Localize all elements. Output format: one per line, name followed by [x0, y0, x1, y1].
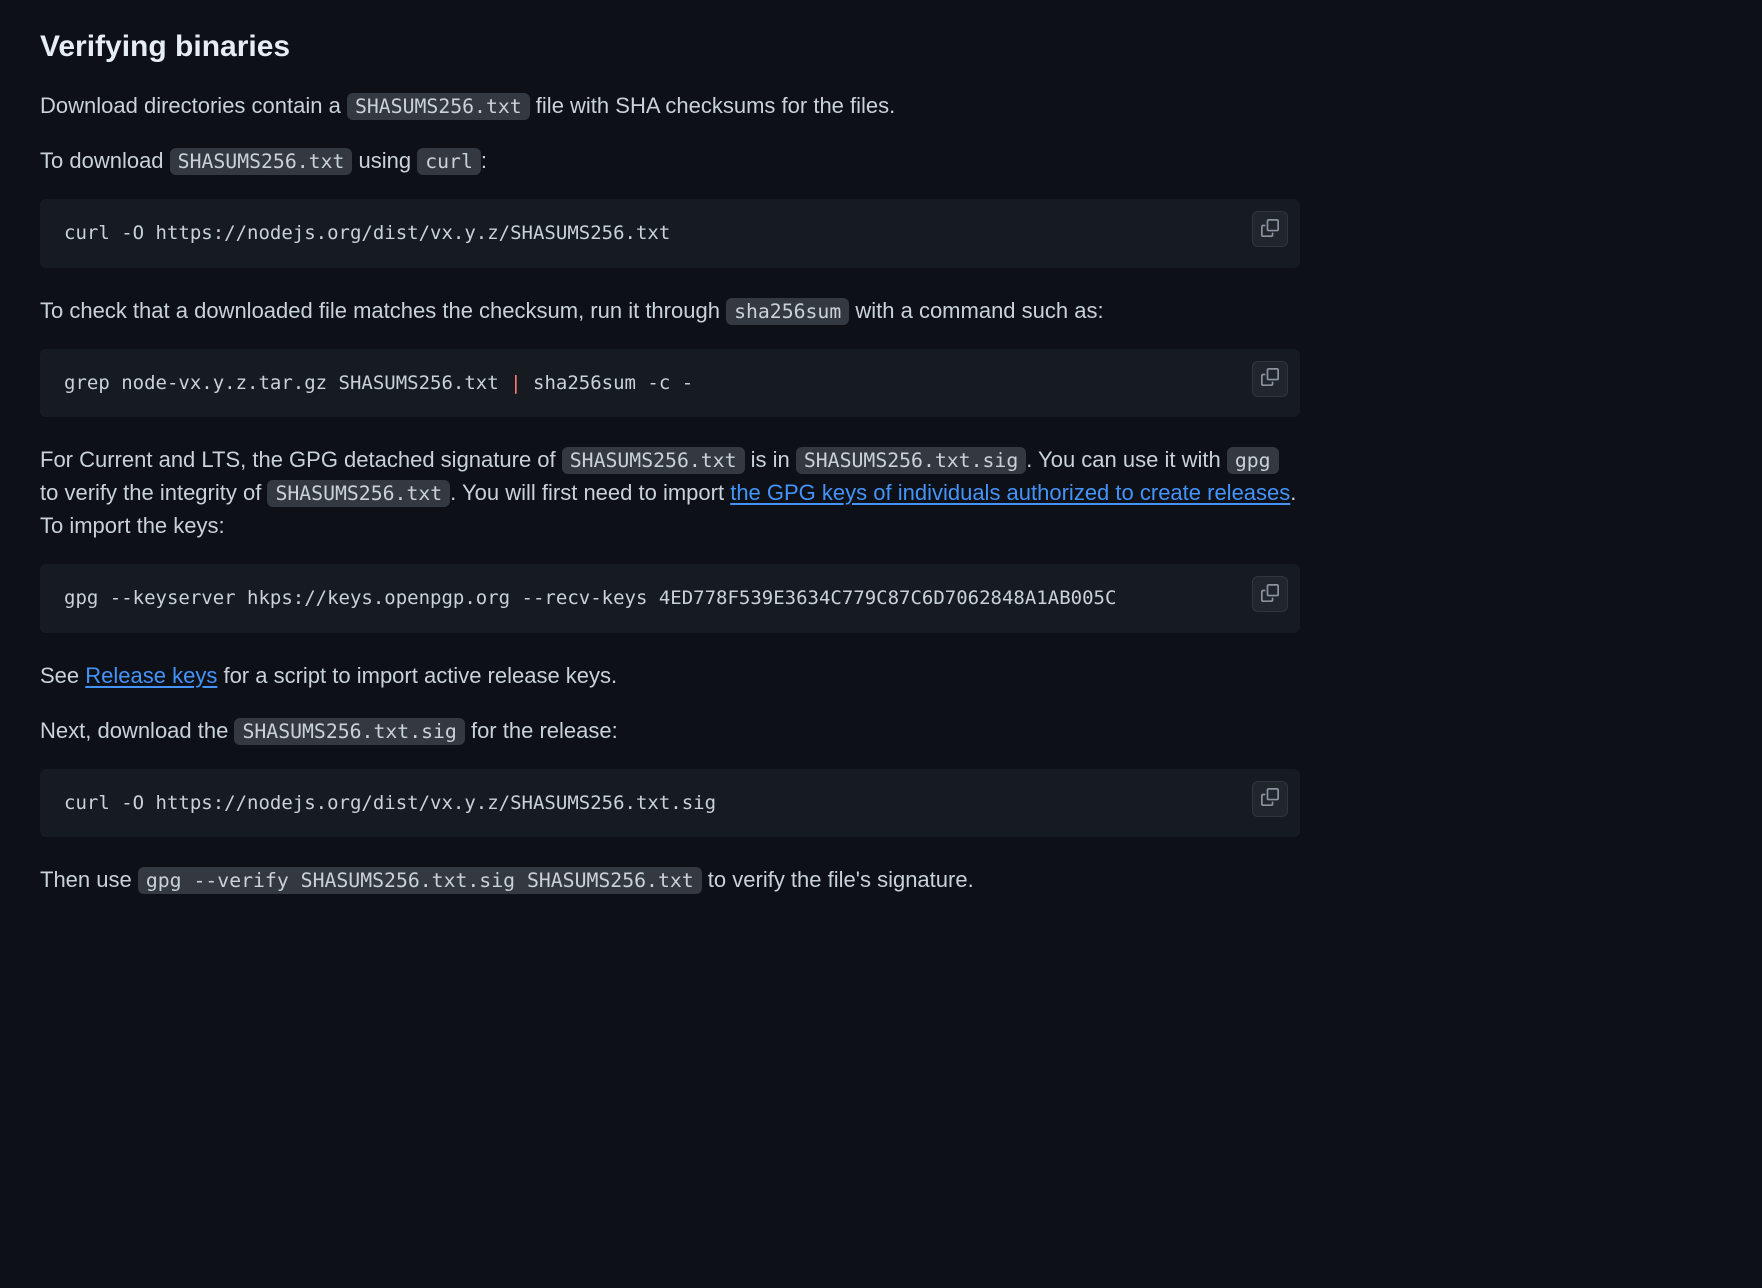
- code-text: sha256sum -c -: [522, 372, 694, 394]
- text: For Current and LTS, the GPG detached si…: [40, 447, 562, 472]
- code-text: grep node-vx.y.z.tar.gz SHASUMS256.txt: [64, 372, 510, 394]
- code-pipe: |: [510, 372, 521, 394]
- readme-section: Verifying binaries Download directories …: [0, 0, 1340, 936]
- text: . You will first need to import: [450, 480, 730, 505]
- inline-code-shasums: SHASUMS256.txt: [562, 447, 745, 474]
- text: Next, download the: [40, 718, 234, 743]
- text: with a command such as:: [849, 298, 1103, 323]
- text: for a script to import active release ke…: [217, 663, 617, 688]
- paragraph-release-keys: See Release keys for a script to import …: [40, 659, 1300, 692]
- text: To download: [40, 148, 170, 173]
- inline-code-shasums: SHASUMS256.txt: [267, 480, 450, 507]
- inline-code-shasums-sig: SHASUMS256.txt.sig: [234, 718, 464, 745]
- text: To check that a downloaded file matches …: [40, 298, 726, 323]
- copy-button[interactable]: [1252, 211, 1288, 247]
- text: :: [481, 148, 487, 173]
- paragraph-verify: Then use gpg --verify SHASUMS256.txt.sig…: [40, 863, 1300, 896]
- inline-code-curl: curl: [417, 148, 481, 175]
- copy-button[interactable]: [1252, 781, 1288, 817]
- code-block-gpg-keyserver: gpg --keyserver hkps://keys.openpgp.org …: [40, 564, 1300, 633]
- section-heading: Verifying binaries: [40, 24, 1300, 69]
- code-block-curl-sig: curl -O https://nodejs.org/dist/vx.y.z/S…: [40, 769, 1300, 838]
- link-gpg-keys[interactable]: the GPG keys of individuals authorized t…: [730, 480, 1290, 505]
- text: to verify the file's signature.: [702, 867, 974, 892]
- text: Then use: [40, 867, 138, 892]
- paragraph-check: To check that a downloaded file matches …: [40, 294, 1300, 327]
- copy-button[interactable]: [1252, 576, 1288, 612]
- text: for the release:: [465, 718, 618, 743]
- inline-code-shasums: SHASUMS256.txt: [170, 148, 353, 175]
- code-content: gpg --keyserver hkps://keys.openpgp.org …: [64, 584, 1276, 613]
- copy-icon: [1261, 782, 1279, 815]
- link-release-keys[interactable]: Release keys: [85, 663, 217, 688]
- paragraph-download-sig: Next, download the SHASUMS256.txt.sig fo…: [40, 714, 1300, 747]
- copy-icon: [1261, 213, 1279, 246]
- inline-code-shasums: SHASUMS256.txt: [347, 93, 530, 120]
- text: See: [40, 663, 85, 688]
- copy-icon: [1261, 578, 1279, 611]
- paragraph-download: To download SHASUMS256.txt using curl:: [40, 144, 1300, 177]
- copy-button[interactable]: [1252, 361, 1288, 397]
- text: is in: [745, 447, 796, 472]
- text: Download directories contain a: [40, 93, 347, 118]
- code-content: curl -O https://nodejs.org/dist/vx.y.z/S…: [64, 219, 1276, 248]
- code-content: curl -O https://nodejs.org/dist/vx.y.z/S…: [64, 789, 1276, 818]
- code-block-grep: grep node-vx.y.z.tar.gz SHASUMS256.txt |…: [40, 349, 1300, 418]
- text: using: [352, 148, 417, 173]
- paragraph-intro: Download directories contain a SHASUMS25…: [40, 89, 1300, 122]
- paragraph-gpg: For Current and LTS, the GPG detached si…: [40, 443, 1300, 542]
- code-block-curl-shasums: curl -O https://nodejs.org/dist/vx.y.z/S…: [40, 199, 1300, 268]
- text: file with SHA checksums for the files.: [530, 93, 896, 118]
- text: to verify the integrity of: [40, 480, 267, 505]
- inline-code-gpg-verify: gpg --verify SHASUMS256.txt.sig SHASUMS2…: [138, 867, 702, 894]
- text: . You can use it with: [1026, 447, 1227, 472]
- inline-code-shasums-sig: SHASUMS256.txt.sig: [796, 447, 1026, 474]
- code-content: grep node-vx.y.z.tar.gz SHASUMS256.txt |…: [64, 369, 1276, 398]
- copy-icon: [1261, 362, 1279, 395]
- inline-code-gpg: gpg: [1227, 447, 1279, 474]
- inline-code-sha256sum: sha256sum: [726, 298, 849, 325]
